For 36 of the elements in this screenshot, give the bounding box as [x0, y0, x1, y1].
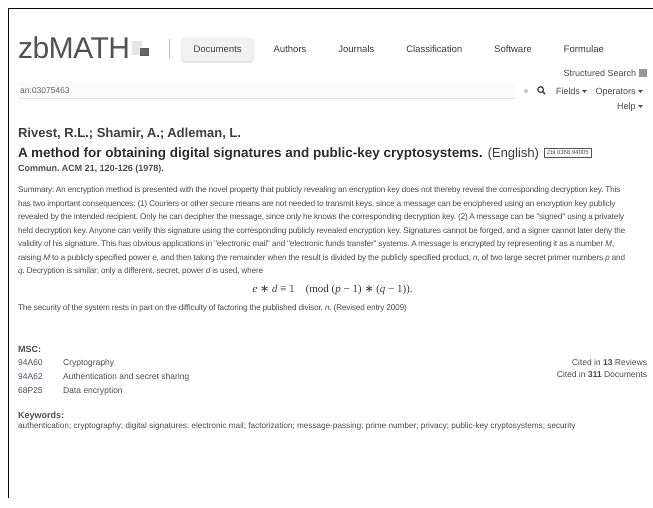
zbmath-logo[interactable]: zbMATH — [18, 34, 152, 64]
dropdown-button[interactable]: Fields — [552, 84, 592, 98]
msc-code-link[interactable]: 94A60 — [18, 356, 63, 368]
logo-mark-icon — [131, 40, 152, 58]
nav-tab[interactable]: Journals — [327, 38, 386, 60]
formula: e ∗ d ≡ 1 (mod (p − 1) ∗ (q − 1)). — [251, 282, 414, 294]
search-field[interactable]: an:03075463 — [18, 82, 515, 99]
caret-icon — [638, 90, 643, 93]
msc-label: Authentication and secret sharing — [63, 370, 190, 382]
msc-code-link[interactable]: 68P25 — [18, 384, 63, 396]
structured-search-link[interactable]: Structured Search — [563, 68, 647, 78]
dropdown-button[interactable]: Operators — [591, 84, 647, 98]
nav-tab[interactable]: Formulae — [552, 38, 615, 60]
summary-text: Summary: An encryption method is presented with the novel property that publicly revealing an encryption key does not thereby reveal the corresponding decryption key. This has two important consequences: (1) Couriers or other secure means are not needed to transmit keys, since a message can be enciphered using an encryption key publicly revealed by the intended recipient. Only he can decipher the message, since only he knows the corresponding decryption key. (2) A message can be "signed" using a privately held decryption key. Anyone can verify this signature using the corresponding publicly revealed encryption key. Signatures cannot be forged, and a signer cannot later deny the validity of his signature. This has obvious applications in "electronic mail" and "electronic funds transfer" systems. A message is encrypted by representing it as a number M, raising M to a publicly specified power e, and then taking the remainder when the result is divided by the publicly specified product, n, of two large secret primer numbers p and q. Decryption is similar; only a different, secret, power d is used, where — [18, 184, 626, 277]
citation-link[interactable]: Cited in 311 Documents — [556, 368, 647, 380]
msc-label: Cryptography — [63, 356, 114, 368]
caret-icon — [582, 90, 588, 93]
caret-icon — [638, 105, 643, 108]
help-button[interactable]: Help — [612, 99, 647, 113]
keywords-text: authentication; cryptography; digital signatures; electronic mail; factorization; message-passing; prime number; privacy; public-key cryptosystems; security — [18, 420, 576, 432]
msc-code-link[interactable]: 94A62 — [18, 370, 63, 382]
nav-tab[interactable]: Authors — [262, 38, 318, 60]
msc-label: Data encryption — [63, 384, 123, 396]
nav-tab[interactable]: Software — [483, 38, 543, 60]
nav-tab[interactable]: Documents — [182, 38, 253, 60]
language-label: (English) — [488, 145, 539, 160]
citation-link[interactable]: Cited in 13 Reviews — [556, 356, 647, 368]
document-title: A method for obtaining digital signatures and public-key cryptosystems. — [18, 145, 483, 160]
search-icon[interactable] — [536, 86, 546, 95]
grid-icon — [639, 69, 647, 77]
authors-text: Rivest, R.L.; Shamir, A.; Adleman, L. — [18, 125, 242, 140]
source-text: Commun. ACM 21, 120-126 (1978). — [18, 163, 165, 173]
msc-heading: MSC: — [18, 344, 42, 354]
keywords-heading: Keywords: — [18, 410, 66, 420]
nav-tab[interactable]: Classification — [395, 38, 474, 60]
summary-end-text: The security of the system rests in part on the difficulty of factoring the published divisor, n. (Revised entry 2009) — [18, 302, 408, 314]
